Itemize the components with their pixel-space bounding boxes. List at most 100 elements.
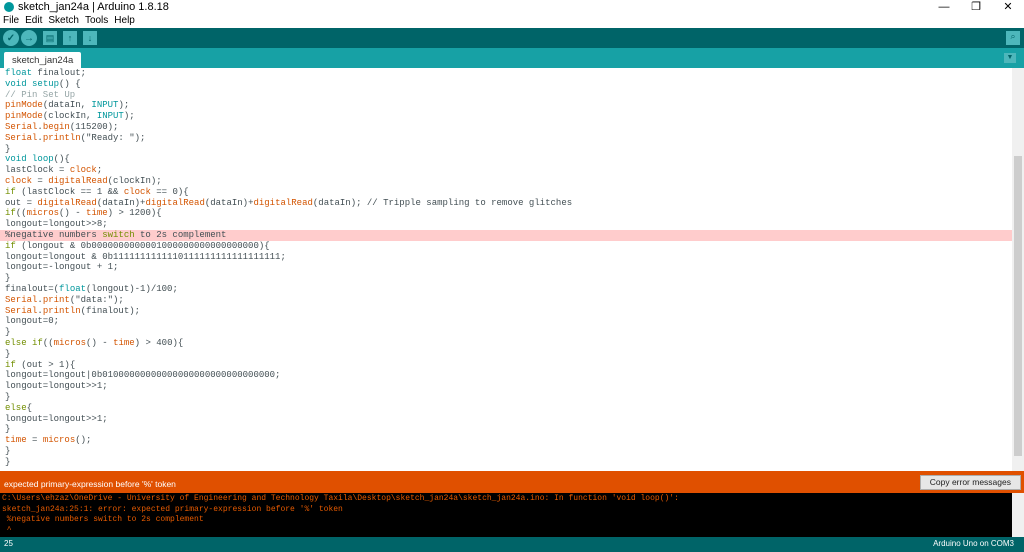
code-line: Serial.begin(115200);: [0, 122, 1012, 133]
toolbar: ✓ → ▤ ↑ ↓ ⌕: [0, 28, 1024, 48]
serial-monitor-button[interactable]: ⌕: [1006, 31, 1020, 45]
code-token: () -: [86, 337, 114, 348]
code-token: pinMode: [5, 111, 43, 122]
tab-menu-button[interactable]: ▼: [1004, 53, 1016, 63]
code-token: longout=0;: [5, 316, 60, 327]
close-button[interactable]: ✕: [992, 0, 1024, 14]
code-lines: float finalout; void setup() {// Pin Set …: [0, 68, 1012, 467]
code-token: longout=longout>>1;: [5, 381, 108, 392]
code-token: {: [26, 402, 33, 413]
code-token: finalout=(: [5, 283, 60, 294]
menu-sketch[interactable]: Sketch: [48, 15, 79, 26]
code-token: setup: [32, 78, 60, 89]
console-line: %negative numbers switch to 2s complemen…: [2, 515, 204, 524]
code-token: longout=longout>>1;: [5, 413, 108, 424]
code-token: ("data:");: [69, 294, 124, 305]
window-title: sketch_jan24a | Arduino 1.8.18: [18, 1, 169, 13]
minimize-button[interactable]: —: [928, 0, 960, 14]
code-line: clock = digitalRead(clockIn);: [0, 176, 1012, 187]
code-line: longout=longout>>1;: [0, 381, 1012, 392]
console-scrollbar[interactable]: [1012, 493, 1024, 537]
upload-button[interactable]: →: [21, 30, 37, 46]
code-token: INPUT: [91, 100, 119, 111]
code-token: clock: [123, 186, 151, 197]
verify-button[interactable]: ✓: [3, 30, 19, 46]
code-line: }: [0, 273, 1012, 284]
code-token: Serial: [5, 294, 38, 305]
code-token: =: [32, 175, 49, 186]
code-line: void setup() {: [0, 79, 1012, 90]
new-button[interactable]: ▤: [43, 31, 57, 45]
code-token: == 0){: [150, 186, 189, 197]
code-line: if((micros() - time) > 1200){: [0, 208, 1012, 219]
code-token: }: [5, 391, 11, 402]
maximize-button[interactable]: ❐: [960, 0, 992, 14]
code-line: // Pin Set Up: [0, 90, 1012, 101]
code-line: finalout=(float(longout)-1)/100;: [0, 284, 1012, 295]
menu-tools[interactable]: Tools: [85, 15, 108, 26]
code-token: longout=longout|0b0100000000000000000000…: [5, 370, 281, 381]
code-line: if (out > 1){: [0, 360, 1012, 371]
code-editor[interactable]: float finalout; void setup() {// Pin Set …: [0, 68, 1012, 471]
editor-scrollbar[interactable]: [1012, 68, 1024, 471]
board-info: Arduino Uno on COM3: [933, 539, 1014, 548]
code-token: longout=longout>>8;: [5, 219, 108, 230]
code-token: }: [5, 327, 11, 338]
code-line: Serial.println(finalout);: [0, 306, 1012, 317]
code-line: longout=longout>>8;: [0, 219, 1012, 230]
code-token: %negative numbers: [5, 229, 103, 240]
code-token: INPUT: [96, 111, 124, 122]
code-line: if (longout & 0b000000000000100000000000…: [0, 241, 1012, 252]
code-token: }: [5, 348, 11, 359]
code-token: switch: [102, 229, 135, 240]
copy-error-messages-button[interactable]: Copy error messages: [919, 475, 1021, 490]
code-token: }: [5, 456, 11, 467]
code-token: }: [5, 445, 11, 456]
error-message: expected primary-expression before '%' t…: [4, 479, 176, 489]
code-token: ) > 400){: [134, 337, 184, 348]
code-token: out =: [5, 197, 38, 208]
code-token: Serial: [5, 305, 38, 316]
code-token: longout=longout & 0b11111111111101111111…: [5, 251, 286, 262]
window-controls: — ❐ ✕: [928, 0, 1024, 14]
code-token: else: [5, 402, 27, 413]
code-line: Serial.print("data:");: [0, 295, 1012, 306]
open-button[interactable]: ↑: [63, 31, 77, 45]
code-token: }: [5, 273, 11, 284]
code-token: (lastClock == 1 &&: [15, 186, 124, 197]
code-token: (clockIn,: [42, 111, 97, 122]
code-token: digitalRead: [253, 197, 313, 208]
menu-file[interactable]: File: [3, 15, 19, 26]
error-bar: expected primary-expression before '%' t…: [0, 471, 1024, 493]
save-button[interactable]: ↓: [83, 31, 97, 45]
code-line: else if((micros() - time) > 400){: [0, 338, 1012, 349]
scrollbar-thumb[interactable]: [1014, 156, 1022, 456]
code-line: time = micros();: [0, 435, 1012, 446]
menu-edit[interactable]: Edit: [25, 15, 42, 26]
code-token: ((: [15, 208, 27, 219]
code-token: else: [5, 337, 27, 348]
code-token: println: [42, 305, 81, 316]
code-line: }: [0, 327, 1012, 338]
code-line: }: [0, 446, 1012, 457]
code-token: if: [32, 337, 43, 348]
code-token: (clockIn);: [107, 175, 162, 186]
code-line: lastClock = clock;: [0, 165, 1012, 176]
code-token: }: [5, 424, 11, 435]
code-token: );: [123, 111, 135, 122]
error-code-line: %negative numbers switch to 2s complemen…: [0, 229, 1012, 241]
tab-sketch[interactable]: sketch_jan24a: [4, 52, 82, 68]
code-token: micros: [42, 435, 76, 446]
code-line: out = digitalRead(dataIn)+digitalRead(da…: [0, 198, 1012, 209]
code-line: longout=0;: [0, 316, 1012, 327]
code-token: loop: [32, 154, 54, 165]
code-token: Serial: [5, 132, 38, 143]
code-token: }: [5, 143, 11, 154]
code-token: () -: [59, 208, 87, 219]
code-token: digitalRead: [145, 197, 205, 208]
code-token: print: [42, 294, 70, 305]
menu-help[interactable]: Help: [114, 15, 135, 26]
code-token: micros: [53, 337, 87, 348]
code-line: pinMode(clockIn, INPUT);: [0, 111, 1012, 122]
code-token: void: [5, 78, 27, 89]
